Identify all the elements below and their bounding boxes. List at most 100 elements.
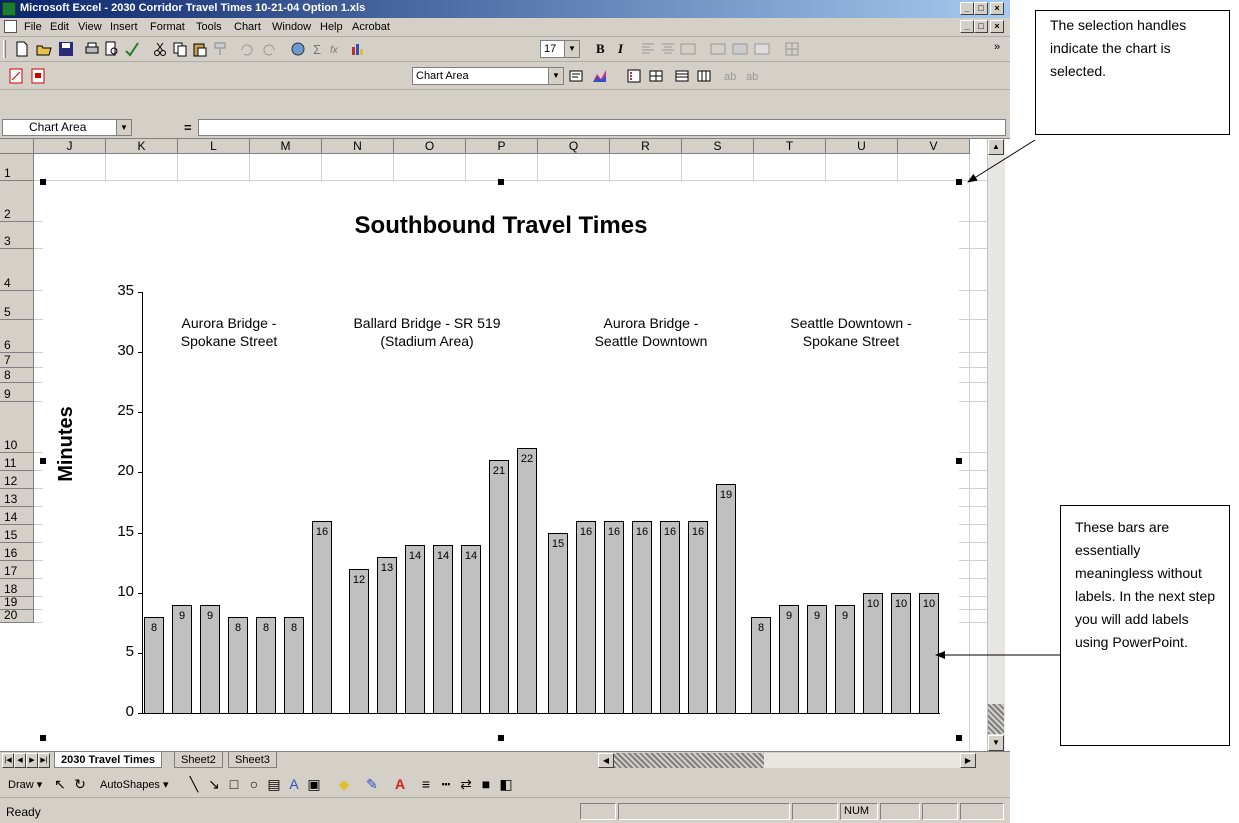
row-header[interactable]: 17 (0, 561, 34, 579)
menu-view[interactable]: View (78, 21, 102, 33)
excel-app-icon[interactable] (2, 2, 16, 16)
menu-window[interactable]: Window (272, 21, 311, 33)
angle-text-up-icon[interactable]: ab (744, 68, 760, 84)
format-painter-icon[interactable] (212, 41, 228, 57)
bar[interactable] (660, 520, 680, 714)
group-label[interactable]: Aurora Bridge - Spokane Street (144, 314, 314, 350)
select-all-corner[interactable] (0, 139, 34, 154)
resize-grip[interactable] (960, 803, 1004, 820)
column-header[interactable]: N (322, 139, 394, 154)
maximize-button[interactable]: □ (974, 2, 988, 15)
print-preview-icon[interactable] (104, 41, 120, 57)
bar[interactable] (604, 520, 624, 714)
angle-text-down-icon[interactable]: ab (722, 68, 738, 84)
draw-menu[interactable]: Draw ▾ (8, 778, 42, 791)
insert-picture-icon[interactable]: ▣ (306, 776, 322, 792)
bar[interactable] (548, 532, 568, 714)
rectangle-icon[interactable]: □ (226, 776, 242, 792)
row-header[interactable]: 4 (0, 249, 34, 291)
vertical-scrollbar[interactable]: ▲ ▼ (987, 139, 1005, 751)
chart-wizard-icon[interactable] (350, 41, 366, 57)
fill-color-icon[interactable]: ◆ (336, 776, 352, 792)
sheet-tab-sheet3[interactable]: Sheet3 (228, 752, 277, 768)
minimize-button[interactable]: _ (960, 2, 974, 15)
group-label[interactable]: Aurora Bridge - Seattle Downtown (566, 314, 736, 350)
vertical-scroll-thumb[interactable] (988, 704, 1004, 734)
menu-edit[interactable]: Edit (50, 21, 69, 33)
bar[interactable] (716, 484, 736, 714)
first-sheet-icon[interactable]: |◀ (2, 753, 14, 768)
italic-button[interactable]: I (618, 41, 634, 57)
borders-icon[interactable] (784, 41, 800, 57)
column-header[interactable]: S (682, 139, 754, 154)
open-icon[interactable] (36, 41, 52, 57)
row-header[interactable]: 7 (0, 353, 34, 368)
legend-icon[interactable] (626, 68, 642, 84)
menu-file[interactable]: File (24, 21, 42, 33)
currency-icon[interactable] (710, 41, 726, 57)
workbook-minimize-button[interactable]: _ (960, 20, 974, 33)
column-header[interactable]: T (754, 139, 826, 154)
merge-center-icon[interactable] (680, 41, 696, 57)
acrobat-email-icon[interactable] (30, 68, 46, 84)
row-header[interactable]: 20 (0, 608, 34, 623)
row-header[interactable]: 1 (0, 154, 34, 181)
group-label[interactable]: Seattle Downtown - Spokane Street (766, 314, 936, 350)
row-header[interactable]: 3 (0, 222, 34, 249)
menu-tools[interactable]: Tools (196, 21, 222, 33)
scroll-left-icon[interactable]: ◀ (598, 753, 614, 768)
column-header[interactable]: U (826, 139, 898, 154)
bar[interactable] (489, 460, 509, 714)
oval-icon[interactable]: ○ (246, 776, 262, 792)
row-header[interactable]: 13 (0, 489, 34, 507)
menu-acrobat[interactable]: Acrobat (352, 21, 390, 33)
bar[interactable] (688, 520, 708, 714)
arrow-style-icon[interactable]: ⇄ (458, 776, 474, 792)
row-header[interactable]: 5 (0, 291, 34, 320)
row-header[interactable]: 8 (0, 368, 34, 383)
horizontal-scrollbar[interactable]: ◀ ▶ (598, 753, 976, 768)
workbook-close-button[interactable]: × (990, 20, 1004, 33)
bar[interactable] (863, 592, 883, 714)
worksheet-grid[interactable]: JKLMNOPQRSTUV 1 2 3 4 5 6 7 8 9 10 11 12 13 14 15 16 17 1… (0, 139, 1010, 751)
column-header[interactable]: P (466, 139, 538, 154)
menu-help[interactable]: Help (320, 21, 343, 33)
last-sheet-icon[interactable]: ▶| (38, 753, 50, 768)
by-row-icon[interactable] (674, 68, 690, 84)
autoshapes-menu[interactable]: AutoShapes ▾ (100, 778, 169, 791)
menu-chart[interactable]: Chart (234, 21, 261, 33)
chart-type-icon[interactable] (592, 68, 608, 84)
font-size-select[interactable]: 17 ▼ (540, 40, 580, 58)
prev-sheet-icon[interactable]: ◀ (14, 753, 26, 768)
function-icon[interactable]: fx (328, 41, 344, 57)
3d-icon[interactable]: ◧ (498, 776, 514, 792)
column-header[interactable]: Q (538, 139, 610, 154)
line-icon[interactable]: ╲ (186, 776, 202, 792)
row-header[interactable]: 14 (0, 507, 34, 525)
data-table-icon[interactable] (648, 68, 664, 84)
plot-area[interactable]: 0 5 10 15 20 25 30 35 Aurora Bridge - Spokane St… (43, 182, 959, 751)
column-header[interactable]: K (106, 139, 178, 154)
bar[interactable] (632, 520, 652, 714)
spelling-icon[interactable] (124, 41, 140, 57)
scroll-up-icon[interactable]: ▲ (988, 139, 1004, 155)
bar[interactable] (312, 520, 332, 714)
horizontal-scroll-thumb[interactable] (614, 753, 764, 768)
bar[interactable] (377, 556, 397, 714)
autosum-icon[interactable]: Σ (310, 41, 326, 57)
column-header[interactable]: L (178, 139, 250, 154)
row-header[interactable]: 15 (0, 525, 34, 543)
bar[interactable] (891, 592, 911, 714)
row-header[interactable]: 12 (0, 471, 34, 489)
percent-icon[interactable] (732, 41, 748, 57)
row-header[interactable]: 10 (0, 402, 34, 453)
hyperlink-icon[interactable] (290, 41, 306, 57)
toolbar-overflow-icon[interactable]: » (994, 41, 1010, 57)
chart-objects-select[interactable]: Chart Area ▼ (412, 67, 564, 85)
dash-style-icon[interactable]: ┅ (438, 776, 454, 792)
sheet-tab-sheet2[interactable]: Sheet2 (174, 752, 223, 768)
bar[interactable] (349, 568, 369, 714)
column-header[interactable]: R (610, 139, 682, 154)
select-objects-icon[interactable]: ↖ (52, 776, 68, 792)
workbook-icon[interactable] (4, 20, 17, 33)
